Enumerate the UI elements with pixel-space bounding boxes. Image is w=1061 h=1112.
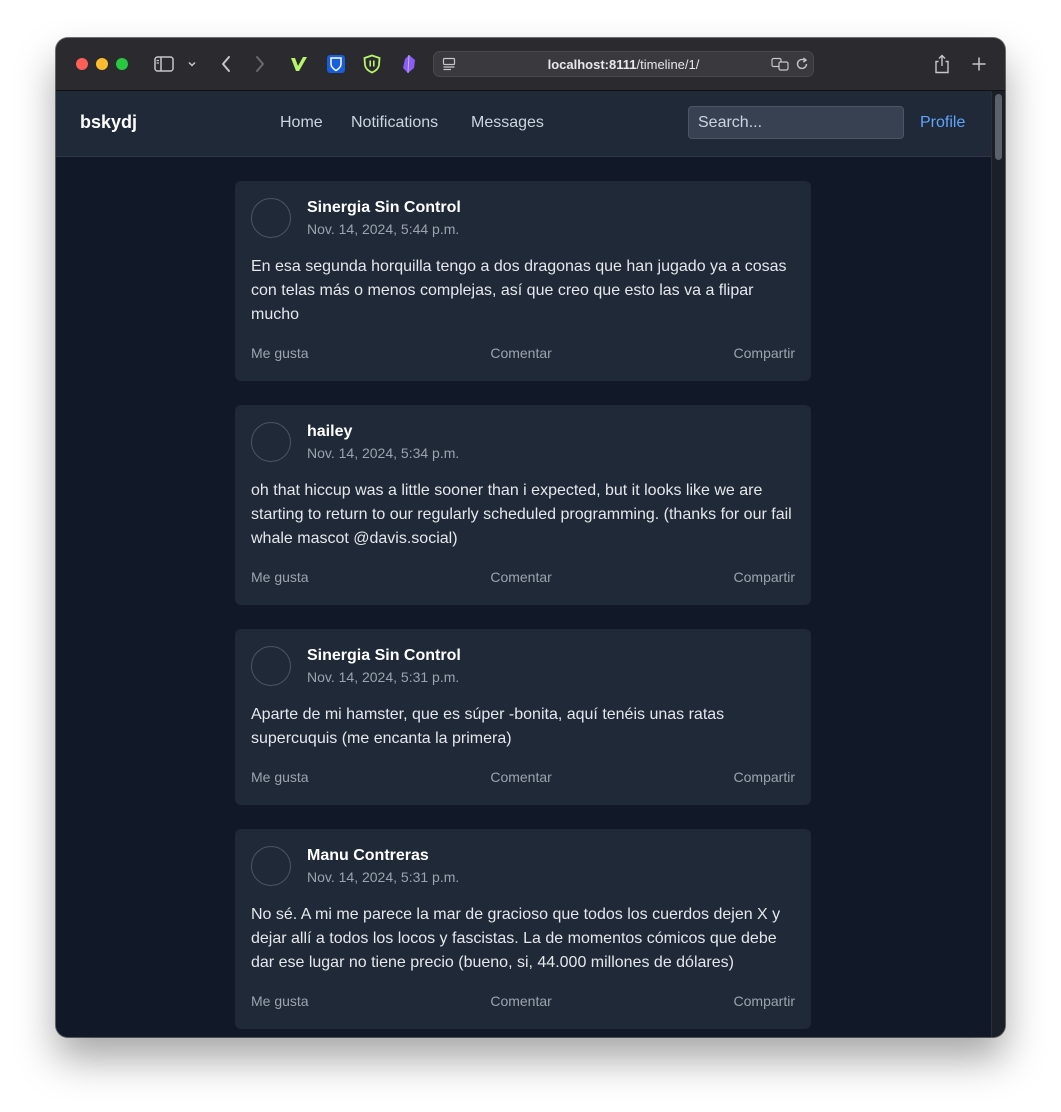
like-button[interactable]: Me gusta (251, 769, 309, 785)
page-viewport: bskydj Home Notifications Messages Profi… (56, 91, 1005, 1037)
post-actions: Me gusta Comentar Compartir (251, 991, 795, 1011)
back-arrow-icon[interactable] (216, 52, 236, 76)
post-author[interactable]: hailey (307, 422, 459, 442)
post-date: Nov. 14, 2024, 5:34 p.m. (307, 445, 460, 461)
translate-icon[interactable] (771, 57, 789, 76)
timeline-feed: Sinergia Sin Control Nov. 14, 2024, 5:44… (235, 181, 811, 1037)
url-path: /timeline/1/ (636, 57, 700, 72)
author-block: hailey Nov. 14, 2024, 5:34 p.m. (307, 422, 459, 462)
like-button[interactable]: Me gusta (251, 993, 309, 1009)
post-author[interactable]: Sinergia Sin Control (307, 198, 461, 218)
avatar[interactable] (251, 422, 291, 462)
share-button[interactable]: Compartir (734, 769, 795, 785)
nav-link-home[interactable]: Home (280, 114, 323, 132)
post-actions: Me gusta Comentar Compartir (251, 343, 795, 363)
share-button[interactable]: Compartir (734, 569, 795, 585)
post-content: oh that hiccup was a little sooner than … (251, 482, 792, 547)
scrollbar-thumb[interactable] (995, 94, 1002, 160)
share-button[interactable]: Compartir (734, 345, 795, 361)
post-header: Sinergia Sin Control Nov. 14, 2024, 5:44… (251, 197, 795, 239)
post-date: Nov. 14, 2024, 5:31 p.m. (307, 669, 460, 685)
search-input[interactable] (688, 106, 904, 139)
chevron-down-icon[interactable] (185, 52, 199, 76)
share-button[interactable]: Compartir (734, 993, 795, 1009)
post-date: Nov. 14, 2024, 5:31 p.m. (307, 869, 460, 885)
forward-arrow-icon[interactable] (250, 52, 270, 76)
close-window-button[interactable] (76, 58, 88, 70)
comment-button[interactable]: Comentar (490, 345, 551, 361)
post-header: hailey Nov. 14, 2024, 5:34 p.m. (251, 421, 795, 463)
post-header: Sinergia Sin Control Nov. 14, 2024, 5:31… (251, 645, 795, 687)
comment-button[interactable]: Comentar (490, 769, 551, 785)
post-actions: Me gusta Comentar Compartir (251, 567, 795, 587)
page-scrollbar[interactable] (991, 91, 1005, 1037)
like-button[interactable]: Me gusta (251, 345, 309, 361)
comment-button[interactable]: Comentar (490, 993, 551, 1009)
post-date: Nov. 14, 2024, 5:44 p.m. (307, 221, 460, 237)
site-navbar: bskydj Home Notifications Messages Profi… (56, 91, 991, 157)
browser-toolbar: localhost:8111/timeline/1/ (56, 38, 1005, 91)
url-text: localhost:8111/timeline/1/ (434, 57, 813, 72)
author-block: Sinergia Sin Control Nov. 14, 2024, 5:31… (307, 646, 461, 686)
url-host: localhost:8111 (547, 57, 637, 72)
post-content: No sé. A mi me parece la mar de gracioso… (251, 906, 781, 971)
plus-icon[interactable] (969, 52, 989, 76)
extension-v-icon[interactable] (289, 54, 309, 74)
comment-button[interactable]: Comentar (490, 569, 551, 585)
brand-logo[interactable]: bskydj (80, 112, 137, 133)
nav-link-notifications[interactable]: Notifications (351, 114, 438, 132)
avatar[interactable] (251, 646, 291, 686)
avatar[interactable] (251, 198, 291, 238)
post-author[interactable]: Manu Contreras (307, 846, 459, 866)
nav-link-messages[interactable]: Messages (471, 114, 544, 132)
shield-icon[interactable] (362, 54, 382, 74)
post-author[interactable]: Sinergia Sin Control (307, 646, 461, 666)
post-card: hailey Nov. 14, 2024, 5:34 p.m. oh that … (235, 405, 811, 605)
like-button[interactable]: Me gusta (251, 569, 309, 585)
sidebar-icon[interactable] (153, 52, 175, 76)
browser-window: localhost:8111/timeline/1/ bskydj Home N… (56, 38, 1005, 1037)
post-content: Aparte de mi hamster, que es súper -boni… (251, 706, 725, 747)
zoom-window-button[interactable] (116, 58, 128, 70)
author-block: Manu Contreras Nov. 14, 2024, 5:31 p.m. (307, 846, 459, 886)
avatar[interactable] (251, 846, 291, 886)
obsidian-icon[interactable] (399, 54, 419, 74)
profile-link[interactable]: Profile (920, 114, 965, 132)
post-card: Sinergia Sin Control Nov. 14, 2024, 5:44… (235, 181, 811, 381)
bitwarden-icon[interactable] (326, 54, 346, 74)
reload-icon[interactable] (795, 57, 809, 76)
minimize-window-button[interactable] (96, 58, 108, 70)
address-bar[interactable]: localhost:8111/timeline/1/ (433, 51, 814, 77)
post-actions: Me gusta Comentar Compartir (251, 767, 795, 787)
author-block: Sinergia Sin Control Nov. 14, 2024, 5:44… (307, 198, 461, 238)
share-icon[interactable] (932, 52, 952, 76)
post-content: En esa segunda horquilla tengo a dos dra… (251, 258, 787, 323)
post-card: Manu Contreras Nov. 14, 2024, 5:31 p.m. … (235, 829, 811, 1029)
post-header: Manu Contreras Nov. 14, 2024, 5:31 p.m. (251, 845, 795, 887)
post-card: Sinergia Sin Control Nov. 14, 2024, 5:31… (235, 629, 811, 805)
